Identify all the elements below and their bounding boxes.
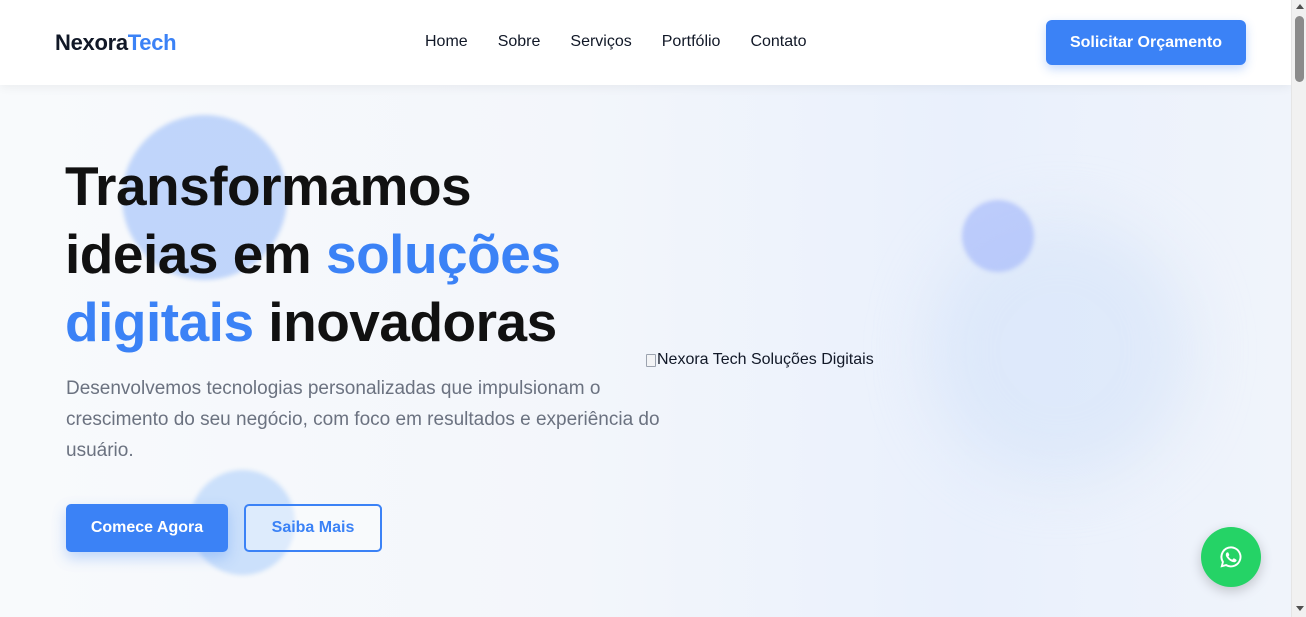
broken-image-icon [646, 353, 656, 367]
learn-more-button[interactable]: Saiba Mais [244, 504, 382, 552]
vertical-scrollbar[interactable] [1291, 0, 1306, 617]
logo-text-primary: Nexora [55, 30, 128, 55]
hero-title-highlight: digitais [65, 291, 254, 353]
get-started-button[interactable]: Comece Agora [66, 504, 228, 552]
nav-link-sobre[interactable]: Sobre [498, 33, 541, 51]
request-quote-button[interactable]: Solicitar Orçamento [1046, 20, 1246, 65]
hero-image-alt-text: Nexora Tech Soluções Digitais [657, 351, 874, 368]
decorative-circle [962, 200, 1034, 272]
hero-title-highlight: soluções [325, 223, 561, 285]
nav-link-servicos[interactable]: Serviços [570, 33, 631, 51]
main-nav: Home Sobre Serviços Portfólio Contato [425, 33, 837, 51]
page: NexoraTech Home Sobre Serviços Portfólio… [0, 0, 1291, 617]
nav-link-home[interactable]: Home [425, 33, 468, 51]
scroll-up-arrow-icon[interactable] [1296, 4, 1304, 9]
hero-title: Transformamos ideias em soluções digitai… [65, 152, 665, 356]
hero-title-line2-start: ideias em [65, 223, 326, 285]
hero-image-broken: Nexora Tech Soluções Digitais [646, 351, 874, 369]
site-header: NexoraTech Home Sobre Serviços Portfólio… [0, 0, 1291, 85]
whatsapp-icon [1220, 546, 1242, 568]
hero-title-line1: Transformamos [65, 155, 472, 217]
decorative-glow [930, 220, 1190, 480]
nav-link-contato[interactable]: Contato [750, 33, 806, 51]
logo[interactable]: NexoraTech [55, 30, 177, 56]
logo-text-accent: Tech [127, 30, 177, 55]
scroll-down-arrow-icon[interactable] [1296, 606, 1304, 611]
nav-link-portfolio[interactable]: Portfólio [662, 33, 721, 51]
scroll-thumb[interactable] [1295, 16, 1304, 82]
hero-subtitle: Desenvolvemos tecnologias personalizadas… [66, 378, 660, 461]
hero-title-line3-end: inovadoras [253, 291, 557, 353]
whatsapp-button[interactable] [1201, 527, 1261, 587]
